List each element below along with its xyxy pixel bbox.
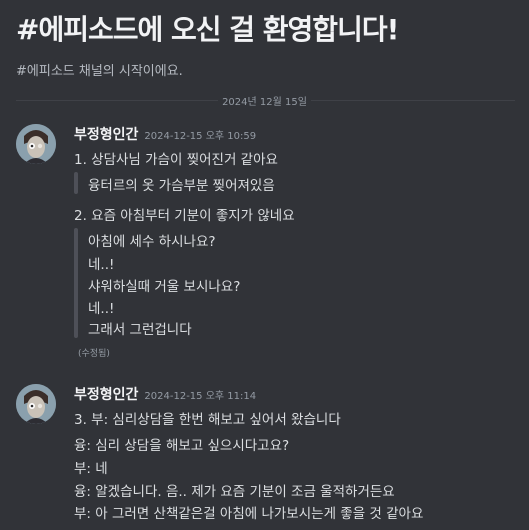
quote-line: 샤워하실때 거울 보시나요?: [88, 279, 241, 295]
message-line: 3. 부: 심리상담을 한번 해보고 싶어서 왔습니다: [74, 412, 341, 428]
channel-welcome: #에피소드에 오신 걸 환영합니다!: [16, 8, 399, 48]
quote-line: 그래서 그런겁니다: [88, 322, 192, 338]
message-line: 1. 상담사님 가슴이 찢어진거 같아요: [74, 152, 278, 168]
quote-line: 네..!: [88, 257, 115, 273]
welcome-subtitle: #에피소드 채널의 시작이에요.: [16, 64, 183, 79]
quote-bar: [74, 228, 78, 338]
date-divider-label: 2024년 12월 15일: [218, 97, 311, 108]
avatar[interactable]: [16, 384, 56, 424]
quote-line: 네..!: [88, 301, 115, 317]
message-line: 부: 아 그러면 산책같은걸 아침에 나가보시는게 좋을 것 같아요: [74, 506, 424, 522]
channel-view: #에피소드에 오신 걸 환영합니다! #에피소드 채널의 시작이에요. 2024…: [0, 0, 529, 530]
welcome-title: #에피소드에 오신 걸 환영합니다!: [16, 13, 399, 46]
username[interactable]: 부정형인간: [74, 387, 138, 403]
message-line: 융: 알겠습니다. 음.. 제가 요즘 기분이 조금 울적하거든요: [74, 484, 395, 500]
quote-line: 아침에 세수 하시나요?: [88, 234, 216, 250]
quote-bar: [74, 172, 78, 194]
avatar-image: [16, 124, 56, 164]
message-line: 융: 심리 상담을 해보고 싶으시다고요?: [74, 438, 290, 454]
avatar[interactable]: [16, 124, 56, 164]
message-line: 부: 네: [74, 461, 108, 477]
timestamp: 2024-12-15 오후 11:14: [144, 391, 257, 402]
message-header: 부정형인간 2024-12-15 오후 11:14: [74, 384, 256, 404]
timestamp: 2024-12-15 오후 10:59: [144, 131, 257, 142]
message-header: 부정형인간 2024-12-15 오후 10:59: [74, 124, 256, 144]
edited-label: (수정됨): [78, 349, 110, 359]
message-line: 2. 요즘 아침부터 기분이 좋지가 않네요: [74, 208, 295, 224]
quote-line: 융터르의 옷 가슴부분 찢어져있음: [88, 178, 275, 194]
date-divider: 2024년 12월 15일: [0, 93, 529, 108]
username[interactable]: 부정형인간: [74, 127, 138, 143]
avatar-image: [16, 384, 56, 424]
